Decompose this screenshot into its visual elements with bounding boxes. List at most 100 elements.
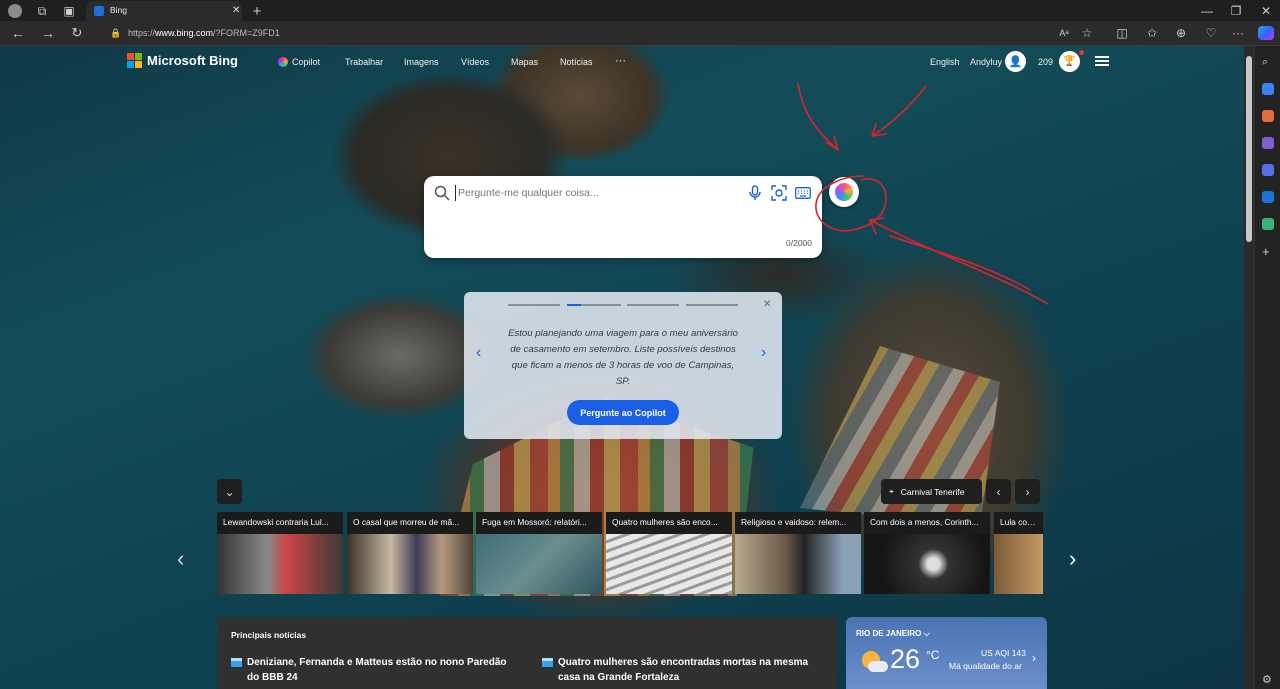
close-card-icon[interactable]: ✕ [763, 299, 771, 310]
weather-city-label: RIO DE JANEIRO [856, 629, 922, 638]
browser-tab[interactable]: Bing ✕ [86, 1, 242, 21]
news-card[interactable]: Com dois a menos, Corinth... [864, 512, 990, 594]
microphone-icon[interactable] [746, 184, 764, 202]
read-aloud-icon[interactable]: Aᵃ [1055, 24, 1073, 42]
news-card[interactable]: Fuga em Mossoró: relatóri... [476, 512, 602, 594]
top-news-panel: Principais notícias Deniziane, Fernanda … [217, 617, 837, 689]
news-thumbnail [476, 534, 602, 594]
card-next-icon[interactable]: › [761, 344, 766, 362]
news-card[interactable]: Quatro mulheres são enco... [606, 512, 732, 594]
news-prev-icon[interactable]: ‹ [177, 546, 184, 572]
news-next-icon[interactable]: › [1069, 546, 1076, 572]
next-image-button[interactable]: › [1015, 479, 1040, 504]
nav-noticias[interactable]: Notícias [560, 57, 593, 67]
more-options-icon[interactable]: ··· [1229, 24, 1247, 42]
news-caption: Lewandowski contraria Lul... [217, 512, 343, 534]
forward-icon[interactable]: → [39, 24, 57, 42]
nav-mapas[interactable]: Mapas [511, 57, 538, 67]
close-tab-icon[interactable]: ✕ [232, 5, 240, 16]
news-source-icon [231, 658, 242, 667]
lock-icon: 🔒 [110, 28, 122, 38]
copilot-sidebar-icon[interactable] [1257, 24, 1275, 42]
url-scheme: https:// [128, 28, 156, 38]
username[interactable]: Andyluy [970, 57, 1002, 67]
news-thumbnail [864, 534, 990, 594]
sidebar-add-icon[interactable]: + [1262, 245, 1274, 258]
sidebar-settings-icon[interactable]: ⚙ [1262, 674, 1274, 686]
headline-item[interactable]: Quatro mulheres são encontradas mortas n… [542, 655, 828, 685]
refresh-icon[interactable]: ↻ [68, 24, 86, 42]
user-icon: 👤 [1008, 56, 1023, 68]
weather-city[interactable]: RIO DE JANEIRO ⌵ [856, 629, 930, 639]
new-tab-icon[interactable]: + [248, 2, 266, 20]
air-quality-index: US AQI 143 [981, 648, 1026, 658]
sidebar-search-icon[interactable]: ⌕ [1262, 56, 1274, 68]
card-prev-icon[interactable]: ‹ [476, 344, 481, 362]
sidebar-games-icon[interactable] [1262, 137, 1274, 149]
back-icon[interactable]: ← [9, 24, 27, 42]
tab-actions-icon[interactable]: ▣ [60, 2, 78, 20]
weather-next-icon[interactable]: › [1032, 651, 1036, 665]
red-annotation-marks [797, 83, 1049, 305]
carousel-indicator-1[interactable] [508, 304, 560, 306]
news-card[interactable]: Religioso e vaidoso: relem... [735, 512, 861, 594]
browser-essentials-icon[interactable]: ♡ [1202, 24, 1220, 42]
search-input[interactable] [455, 185, 735, 201]
nav-copilot[interactable]: Copilot [278, 57, 320, 67]
profile-icon[interactable] [6, 2, 24, 20]
visual-search-icon[interactable] [770, 184, 788, 202]
avatar[interactable]: 👤 [1005, 51, 1026, 72]
ask-copilot-button[interactable]: Pergunte ao Copilot [567, 400, 679, 425]
news-card[interactable]: Lula compa [994, 512, 1043, 594]
url-field[interactable]: 🔒 https://www.bing.com/?FORM=Z9FD1 [100, 24, 1150, 43]
split-screen-icon[interactable]: ◫ [1113, 24, 1131, 42]
copilot-suggestion-card: ✕ ‹ › Estou planejando uma viagem para o… [464, 292, 782, 439]
minimize-icon[interactable]: — [1198, 2, 1216, 20]
language-link[interactable]: English [930, 57, 960, 67]
sidebar-shopping-icon[interactable] [1262, 83, 1274, 95]
favorite-star-icon[interactable]: ☆ [1078, 24, 1096, 42]
nav-videos[interactable]: Vídeos [461, 57, 489, 67]
weather-widget[interactable]: RIO DE JANEIRO ⌵ 26 °C US AQI 143 Má qua… [846, 617, 1047, 689]
rewards-trophy-icon[interactable]: 🏆 [1059, 51, 1080, 72]
sidebar-copilot-icon[interactable] [1262, 164, 1274, 176]
news-caption: Fuga em Mossoró: relatóri... [476, 512, 602, 534]
temperature-unit: °C [926, 648, 940, 662]
air-quality-label: Má qualidade do ar [949, 661, 1022, 671]
url-host: www.bing.com [155, 28, 214, 38]
search-icon [433, 184, 451, 202]
rewards-points[interactable]: 209 [1038, 57, 1053, 67]
headline-item[interactable]: Deniziane, Fernanda e Matteus estão no n… [231, 655, 517, 685]
address-bar: ← → ↻ 🔒 https://www.bing.com/?FORM=Z9FD1… [0, 21, 1280, 46]
carousel-indicator-2[interactable] [567, 304, 581, 306]
headline-text: Deniziane, Fernanda e Matteus estão no n… [247, 657, 507, 683]
news-card[interactable]: O casal que morreu de mã... [347, 512, 473, 594]
collections-icon[interactable]: ⊕ [1172, 24, 1190, 42]
carousel-indicator-3[interactable] [627, 304, 679, 306]
chevron-down-icon: ⌄ [224, 484, 235, 499]
scrollbar-thumb[interactable] [1246, 56, 1252, 242]
news-thumbnail [994, 534, 1043, 594]
prev-image-button[interactable]: ‹ [986, 479, 1011, 504]
sidebar-drop-icon[interactable] [1262, 218, 1274, 230]
menu-icon[interactable] [1095, 56, 1109, 66]
news-card[interactable]: Lewandowski contraria Lul... [217, 512, 343, 594]
image-location-button[interactable]: ⌖ Carnival Tenerife [881, 479, 982, 504]
news-thumbnail [347, 534, 473, 594]
nav-trabalhar[interactable]: Trabalhar [345, 57, 383, 67]
nav-more[interactable]: ··· [615, 55, 626, 67]
copilot-icon [278, 57, 288, 67]
favorites-icon[interactable]: ✩ [1143, 24, 1161, 42]
collapse-feed-button[interactable]: ⌄ [217, 479, 242, 504]
nav-imagens[interactable]: Imagens [404, 57, 439, 67]
restore-icon[interactable]: ❐ [1227, 2, 1245, 20]
brand-name: Microsoft Bing [147, 53, 238, 68]
bing-logo[interactable]: Microsoft Bing [127, 53, 238, 68]
location-pin-icon: ⌖ [889, 486, 894, 496]
news-caption: O casal que morreu de mã... [347, 512, 473, 534]
close-window-icon[interactable]: ✕ [1257, 2, 1275, 20]
carousel-indicator-4[interactable] [686, 304, 738, 306]
sidebar-tools-icon[interactable] [1262, 110, 1274, 122]
workspaces-icon[interactable]: ⧉ [33, 2, 51, 20]
sidebar-outlook-icon[interactable] [1262, 191, 1274, 203]
